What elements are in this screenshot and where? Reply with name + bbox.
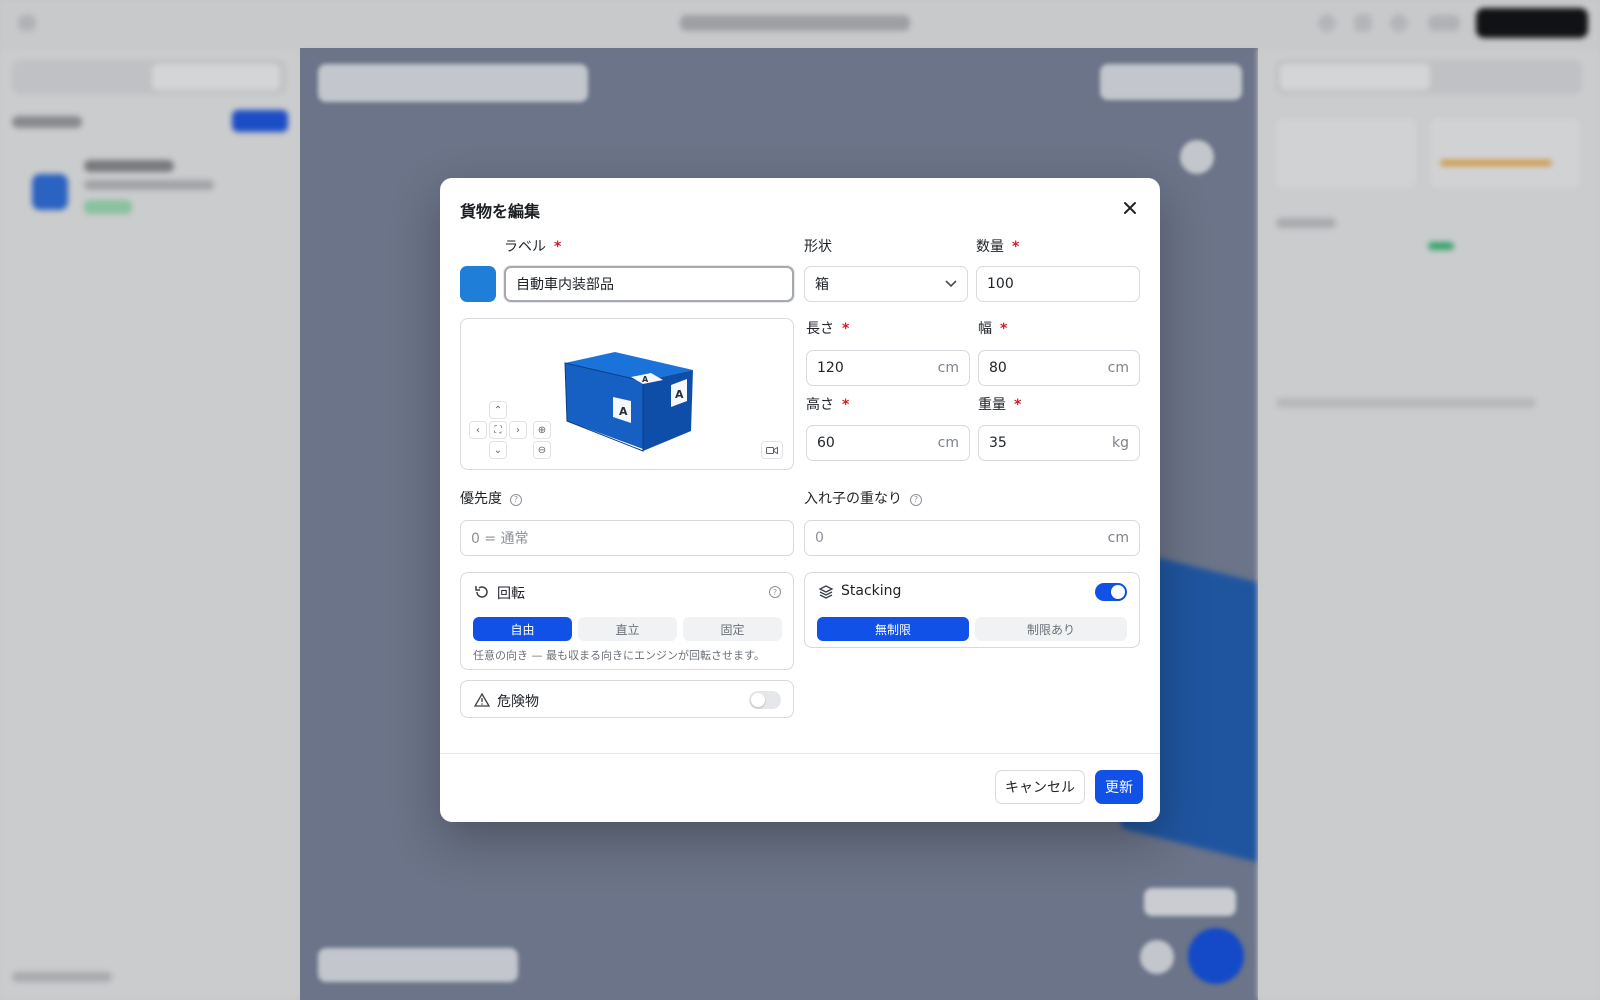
priority-placeholder: 0 = 通常 bbox=[471, 531, 529, 547]
cargo-3d-preview[interactable]: A A A ⌃ ‹ ⛶ › ⌄ ⊕ ⊖ bbox=[460, 318, 794, 470]
help-icon[interactable]: ? bbox=[769, 586, 781, 598]
close-icon bbox=[1124, 202, 1136, 214]
quantity-input-value: 100 bbox=[987, 276, 1014, 292]
cancel-button[interactable]: キャンセル bbox=[995, 770, 1085, 804]
width-field-label: 幅 * bbox=[978, 321, 1008, 337]
nesting-field-label: 入れ子の重なり? bbox=[804, 488, 922, 508]
zoom-in-button[interactable]: ⊕ bbox=[533, 421, 551, 439]
length-input[interactable]: 120 cm bbox=[806, 350, 970, 386]
weight-unit: kg bbox=[1112, 435, 1129, 451]
pan-right-button[interactable]: › bbox=[509, 421, 527, 439]
quantity-field-label: 数量 * bbox=[976, 239, 1020, 255]
length-field-label: 長さ * bbox=[806, 321, 850, 337]
chevron-right-icon: › bbox=[516, 424, 520, 436]
length-input-value: 120 bbox=[817, 360, 844, 376]
height-input-value: 60 bbox=[817, 435, 835, 451]
toggle-knob bbox=[751, 693, 765, 707]
layers-icon bbox=[817, 583, 835, 601]
help-icon[interactable]: ? bbox=[510, 493, 522, 506]
rotation-card: 回転 ? 自由 直立 固定 任意の向き — 最も収まる向きにエンジンが回転させま… bbox=[460, 572, 794, 670]
zoom-out-button[interactable]: ⊖ bbox=[533, 441, 551, 459]
video-camera-icon bbox=[766, 446, 778, 454]
pan-left-button[interactable]: ‹ bbox=[469, 421, 487, 439]
nesting-unit: cm bbox=[1107, 530, 1129, 546]
fit-view-icon: ⛶ bbox=[494, 424, 502, 436]
zoom-out-icon: ⊖ bbox=[537, 444, 547, 456]
hazardous-toggle[interactable] bbox=[749, 691, 781, 709]
stacking-toggle[interactable] bbox=[1095, 583, 1127, 601]
shape-select[interactable]: 箱 bbox=[804, 266, 968, 302]
chevron-down-icon bbox=[945, 280, 957, 288]
fit-view-button[interactable]: ⛶ bbox=[489, 421, 507, 439]
nesting-input[interactable]: 0 cm bbox=[804, 520, 1140, 556]
box-letter: A bbox=[642, 375, 649, 384]
shape-field-label: 形状 bbox=[804, 239, 832, 255]
box-letter: A bbox=[619, 405, 628, 418]
width-input-value: 80 bbox=[989, 360, 1007, 376]
shape-select-value: 箱 bbox=[815, 277, 829, 293]
weight-input[interactable]: 35 kg bbox=[978, 425, 1140, 461]
hazardous-card: 危険物 bbox=[460, 680, 794, 718]
chevron-down-icon: ⌄ bbox=[493, 444, 503, 456]
warning-icon bbox=[473, 691, 491, 709]
camera-button[interactable] bbox=[761, 441, 783, 459]
color-swatch[interactable] bbox=[460, 266, 496, 302]
weight-field-label: 重量 * bbox=[978, 397, 1022, 413]
hazardous-title: 危険物 bbox=[497, 694, 539, 710]
label-input-value: 自動車内装部品 bbox=[516, 277, 614, 293]
close-button[interactable] bbox=[1118, 196, 1142, 220]
box-preview-graphic: A A A bbox=[564, 352, 693, 452]
edit-cargo-dialog: 貨物を編集 ラベル * 自動車内装部品 形状 箱 数量 * 100 A A A ⌃ … bbox=[440, 178, 1160, 822]
pan-up-button[interactable]: ⌃ bbox=[489, 401, 507, 419]
pan-down-button[interactable]: ⌄ bbox=[489, 441, 507, 459]
rotation-option-fixed[interactable]: 固定 bbox=[683, 617, 782, 641]
chevron-left-icon: ‹ bbox=[476, 424, 480, 436]
height-unit: cm bbox=[937, 435, 959, 451]
length-unit: cm bbox=[937, 360, 959, 376]
priority-field-label: 優先度? bbox=[460, 488, 522, 508]
label-field-label: ラベル * bbox=[504, 239, 562, 255]
chevron-up-icon: ⌃ bbox=[493, 404, 503, 416]
stacking-title: Stacking bbox=[841, 583, 902, 599]
zoom-in-icon: ⊕ bbox=[537, 424, 547, 436]
toggle-knob bbox=[1111, 585, 1125, 599]
label-input[interactable]: 自動車内装部品 bbox=[504, 266, 794, 302]
priority-input[interactable]: 0 = 通常 bbox=[460, 520, 794, 556]
update-button[interactable]: 更新 bbox=[1095, 770, 1143, 804]
help-icon[interactable]: ? bbox=[910, 493, 922, 506]
dialog-title: 貨物を編集 bbox=[460, 202, 541, 221]
height-field-label: 高さ * bbox=[806, 397, 850, 413]
box-letter: A bbox=[675, 388, 684, 401]
footer-divider bbox=[440, 753, 1160, 754]
stacking-card: Stacking 無制限 制限あり bbox=[804, 572, 1140, 648]
quantity-input[interactable]: 100 bbox=[976, 266, 1140, 302]
stacking-option-unlimited[interactable]: 無制限 bbox=[817, 617, 969, 641]
rotation-option-upright[interactable]: 直立 bbox=[578, 617, 677, 641]
rotation-title: 回転 bbox=[497, 586, 525, 602]
rotate-icon bbox=[473, 583, 491, 601]
width-input[interactable]: 80 cm bbox=[978, 350, 1140, 386]
weight-input-value: 35 bbox=[989, 435, 1007, 451]
nesting-placeholder: 0 bbox=[815, 530, 824, 546]
height-input[interactable]: 60 cm bbox=[806, 425, 970, 461]
width-unit: cm bbox=[1107, 360, 1129, 376]
rotation-option-free[interactable]: 自由 bbox=[473, 617, 572, 641]
rotation-hint: 任意の向き — 最も収まる向きにエンジンが回転させます。 bbox=[473, 649, 765, 662]
stacking-option-limited[interactable]: 制限あり bbox=[975, 617, 1127, 641]
